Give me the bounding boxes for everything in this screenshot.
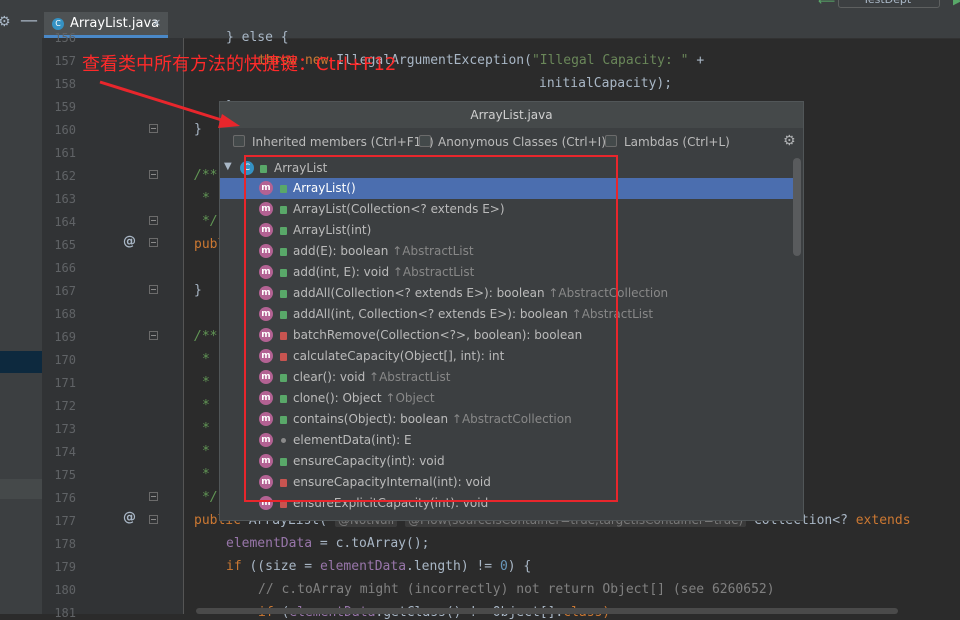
line-number: 177	[54, 514, 76, 528]
line-number: 165	[54, 238, 76, 252]
left-tool-strip: ⚙ —	[0, 0, 42, 614]
line-number: 178	[54, 537, 76, 551]
horizontal-scrollbar[interactable]	[196, 608, 898, 614]
override-marker-icon[interactable]: @	[123, 234, 136, 249]
code-line: *	[202, 398, 210, 413]
line-number: 167	[54, 284, 76, 298]
arrow-icon[interactable]: ⟵	[818, 0, 835, 8]
fold-icon[interactable]	[149, 170, 158, 179]
line-number: 156	[54, 31, 76, 45]
close-icon[interactable]: ×	[152, 16, 161, 29]
code-line: *	[202, 421, 210, 436]
code-line: elementData = c.toArray();	[226, 536, 430, 551]
popup-title[interactable]: ArrayList.java	[220, 102, 803, 128]
code-line: // c.toArray might (incorrectly) not ret…	[258, 582, 775, 597]
run-icon[interactable]: ▶	[953, 0, 960, 7]
code-line: */	[202, 490, 218, 505]
line-number: 173	[54, 422, 76, 436]
code-line: */	[202, 214, 218, 229]
code-line: } else {	[226, 30, 289, 45]
fold-icon[interactable]	[149, 492, 158, 501]
gear-icon[interactable]: ⚙	[783, 133, 796, 149]
code-line: initialCapacity);	[539, 76, 673, 91]
fold-icon[interactable]	[149, 216, 158, 225]
popup-options: Inherited members (Ctrl+F12) Anonymous C…	[220, 130, 803, 154]
line-number: 166	[54, 261, 76, 275]
fold-icon[interactable]	[149, 124, 158, 133]
minimize-icon[interactable]: —	[20, 10, 38, 31]
line-number: 168	[54, 307, 76, 321]
anonymous-classes-label[interactable]: Anonymous Classes (Ctrl+I)	[438, 135, 606, 149]
line-number: 174	[54, 445, 76, 459]
run-config-dropdown[interactable]: TestDept	[838, 0, 940, 8]
anonymous-classes-checkbox[interactable]	[419, 135, 431, 147]
project-tree-highlight-row[interactable]	[0, 479, 42, 499]
line-number: 170	[54, 353, 76, 367]
inherited-members-checkbox[interactable]	[233, 135, 245, 147]
gutter-divider	[183, 38, 184, 614]
lambdas-checkbox[interactable]	[605, 135, 617, 147]
code-line: *	[202, 467, 210, 482]
line-number: 181	[54, 606, 76, 620]
line-number: 175	[54, 468, 76, 482]
vertical-scrollbar[interactable]	[793, 158, 801, 256]
code-line: *	[202, 352, 210, 367]
code-line: *	[202, 444, 210, 459]
editor-tab-bar: C ArrayList.java × ⟵ TestDept ▶ ✹	[42, 0, 960, 39]
code-line: }	[194, 283, 202, 298]
override-marker-icon[interactable]: @	[123, 510, 136, 525]
line-number: 157	[54, 54, 76, 68]
code-line: }	[194, 122, 202, 137]
project-tree-selected-row[interactable]	[0, 351, 42, 373]
fold-icon[interactable]	[149, 331, 158, 340]
line-number: 179	[54, 560, 76, 574]
code-line: *	[202, 375, 210, 390]
line-number: 164	[54, 215, 76, 229]
line-number: 159	[54, 100, 76, 114]
code-line: /**	[194, 329, 218, 344]
line-number: 169	[54, 330, 76, 344]
line-number: 176	[54, 491, 76, 505]
java-class-icon: C	[52, 18, 64, 30]
line-number: 158	[54, 77, 76, 91]
fold-icon[interactable]	[149, 515, 158, 524]
expand-triangle-icon[interactable]: ▼	[224, 161, 232, 172]
line-number: 180	[54, 583, 76, 597]
inherited-members-label[interactable]: Inherited members (Ctrl+F12)	[252, 135, 434, 149]
tab-label: ArrayList.java	[70, 16, 160, 31]
code-line: /**	[194, 168, 218, 183]
fold-icon[interactable]	[149, 285, 158, 294]
annotation-note: 查看类中所有方法的快捷键：Ctrl+F12	[82, 54, 397, 75]
code-line: *	[202, 191, 210, 206]
line-number: 163	[54, 192, 76, 206]
line-number: 162	[54, 169, 76, 183]
line-number: 160	[54, 123, 76, 137]
code-line: if ((size = elementData.length) != 0) {	[226, 559, 532, 574]
gear-icon[interactable]: ⚙	[0, 14, 11, 30]
line-number: 161	[54, 146, 76, 160]
line-number: 171	[54, 376, 76, 390]
line-number: 172	[54, 399, 76, 413]
annotation-highlight-box	[244, 155, 618, 502]
fold-icon[interactable]	[149, 238, 158, 247]
lambdas-label[interactable]: Lambdas (Ctrl+L)	[624, 135, 730, 149]
